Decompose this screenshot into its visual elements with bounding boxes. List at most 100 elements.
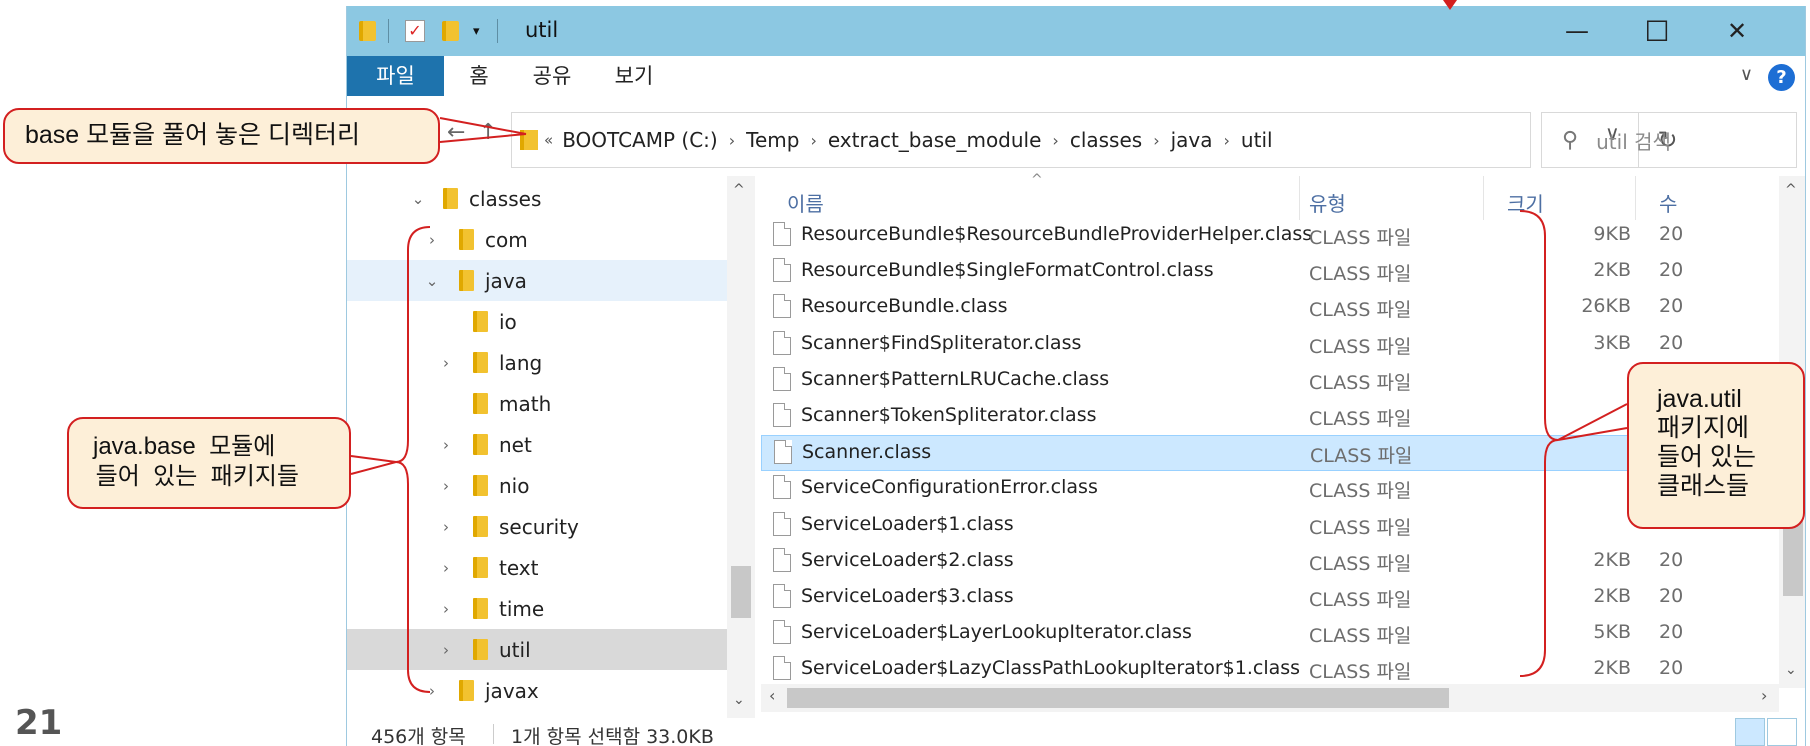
collapsed-chevron-icon[interactable]: › <box>437 354 455 372</box>
search-input[interactable]: util 검색 <box>1596 126 1671 155</box>
folder-icon <box>473 557 488 578</box>
collapsed-chevron-icon[interactable]: › <box>437 436 455 454</box>
breadcrumb-drive[interactable]: BOOTCAMP (C:) <box>562 128 718 152</box>
file-type: CLASS 파일 <box>1309 480 1412 503</box>
tree-item-security[interactable]: › security <box>347 506 727 547</box>
scrollbar-thumb[interactable] <box>731 566 751 618</box>
scrollbar-thumb[interactable] <box>787 688 1449 708</box>
file-row[interactable]: ServiceLoader$3.class CLASS 파일 2KB 20 <box>761 580 1787 616</box>
tree-item-text[interactable]: › text <box>347 547 727 588</box>
ribbon-expand-icon[interactable]: ∨ <box>1740 64 1753 85</box>
tab-share[interactable]: 공유 <box>527 56 577 96</box>
breadcrumb-classes[interactable]: classes <box>1070 128 1142 152</box>
breadcrumb-java[interactable]: java <box>1171 128 1213 152</box>
tree-item-math[interactable]: math <box>347 383 727 424</box>
expanded-chevron-icon[interactable]: ⌄ <box>423 272 441 290</box>
file-icon <box>773 584 791 608</box>
file-type: CLASS 파일 <box>1309 227 1412 249</box>
file-size: 2KB <box>1593 657 1631 680</box>
collapsed-chevron-icon[interactable]: › <box>423 231 441 249</box>
scroll-right-icon[interactable]: › <box>1761 686 1767 705</box>
tree-item-java[interactable]: ⌄ java <box>347 260 727 301</box>
collapsed-chevron-icon[interactable]: › <box>437 600 455 618</box>
file-size: 9KB <box>1593 223 1631 245</box>
breadcrumb-separator-icon[interactable]: › <box>1224 131 1230 150</box>
file-row[interactable]: ServiceLoader$2.class CLASS 파일 2KB 20 <box>761 544 1787 580</box>
tree-item-classes[interactable]: ⌄ classes <box>347 178 727 219</box>
file-row[interactable]: ServiceLoader$LayerLookupIterator.class C… <box>761 616 1787 652</box>
file-row[interactable]: ResourceBundle$SingleFormatControl.class… <box>761 254 1787 290</box>
folder-icon <box>473 393 488 414</box>
tab-view[interactable]: 보기 <box>609 56 659 96</box>
file-type: CLASS 파일 <box>1309 661 1412 684</box>
tree-item-label: math <box>499 391 552 416</box>
large-icons-view-icon[interactable] <box>1767 718 1797 746</box>
file-row[interactable]: ResourceBundle$ResourceBundleProviderHel… <box>761 218 1787 254</box>
breadcrumb-extract-base-module[interactable]: extract_base_module <box>828 128 1042 152</box>
scroll-left-icon[interactable]: ‹ <box>769 686 775 705</box>
search-box[interactable]: ⚲ util 검색 <box>1541 112 1797 168</box>
file-type: CLASS 파일 <box>1309 408 1412 430</box>
column-header-type[interactable]: 유형 <box>1309 188 1346 217</box>
properties-icon[interactable]: ✓ <box>405 20 425 42</box>
column-header-name[interactable]: 이름 <box>787 188 824 217</box>
breadcrumb-temp[interactable]: Temp <box>746 128 799 152</box>
tab-file[interactable]: 파일 <box>347 56 444 96</box>
customize-toolbar-icon[interactable]: ▾ <box>473 24 480 39</box>
new-folder-icon[interactable] <box>442 21 459 41</box>
toolbar-separator <box>388 19 389 43</box>
column-header-date[interactable]: 수 <box>1659 188 1677 217</box>
folder-icon <box>473 516 488 537</box>
help-icon[interactable]: ? <box>1768 64 1795 91</box>
column-divider[interactable] <box>1635 176 1636 220</box>
tree-item-lang[interactable]: › lang <box>347 342 727 383</box>
close-button[interactable]: ✕ <box>1697 6 1777 56</box>
tree-item-javax[interactable]: › javax <box>347 670 727 711</box>
navigation-pane-scrollbar[interactable]: ^ ⌄ <box>727 176 755 718</box>
status-bar: 456개 항목 1개 항목 선택함 33.0KB <box>347 718 1805 746</box>
file-row[interactable]: ServiceLoader$LazyClassPathLookupIterato… <box>761 652 1787 688</box>
scroll-down-icon[interactable]: ⌄ <box>733 692 745 708</box>
scroll-down-icon[interactable]: ⌄ <box>1785 662 1797 678</box>
collapsed-chevron-icon[interactable]: › <box>437 641 455 659</box>
file-name: Scanner.class <box>802 441 932 464</box>
breadcrumb-separator-icon[interactable]: › <box>1052 131 1058 150</box>
breadcrumb-separator-icon[interactable]: › <box>729 131 735 150</box>
file-row[interactable]: Scanner$FindSpliterator.class CLASS 파일 3KB… <box>761 327 1787 363</box>
column-divider[interactable] <box>1299 176 1300 220</box>
tree-item-nio[interactable]: › nio <box>347 465 727 506</box>
collapsed-chevron-icon[interactable]: › <box>423 682 441 700</box>
address-bar[interactable]: « BOOTCAMP (C:) › Temp › extract_base_mo… <box>511 112 1678 168</box>
tree-item-io[interactable]: io <box>347 301 727 342</box>
breadcrumb-separator-icon[interactable]: › <box>1153 131 1159 150</box>
tree-item-util[interactable]: › util <box>347 629 727 670</box>
details-view-icon[interactable] <box>1735 718 1765 746</box>
file-date: 20 <box>1659 657 1684 680</box>
file-row[interactable]: ResourceBundle.class CLASS 파일 26KB 20 <box>761 290 1787 326</box>
expanded-chevron-icon[interactable]: ⌄ <box>409 190 427 208</box>
collapsed-chevron-icon[interactable]: › <box>437 518 455 536</box>
column-divider[interactable] <box>1483 176 1484 220</box>
file-name: Scanner$FindSpliterator.class <box>801 331 1082 354</box>
quick-access-toolbar <box>359 6 376 56</box>
tree-item-com[interactable]: › com <box>347 219 727 260</box>
overflow-icon[interactable]: « <box>544 131 553 149</box>
up-icon[interactable]: ↑ <box>479 120 497 145</box>
tree-item-net[interactable]: › net <box>347 424 727 465</box>
breadcrumb-separator-icon[interactable]: › <box>810 131 816 150</box>
breadcrumb-util[interactable]: util <box>1241 128 1273 152</box>
maximize-button[interactable]: ☐ <box>1617 6 1697 56</box>
minimize-button[interactable]: — <box>1537 6 1617 56</box>
collapsed-chevron-icon[interactable]: › <box>437 559 455 577</box>
callout-text: java.base 모듈에 <box>93 433 276 460</box>
scroll-up-icon[interactable]: ^ <box>1785 182 1797 198</box>
tab-home[interactable]: 홈 <box>459 56 499 96</box>
file-name: ServiceLoader$LayerLookupIterator.class <box>801 621 1192 644</box>
column-header-size[interactable]: 크기 <box>1507 188 1544 217</box>
collapsed-chevron-icon[interactable]: › <box>437 477 455 495</box>
horizontal-scrollbar[interactable]: ‹ › <box>761 684 1779 712</box>
back-icon[interactable]: ← <box>447 120 465 145</box>
tree-item-time[interactable]: › time <box>347 588 727 629</box>
slide-number: 21 <box>15 703 63 743</box>
scroll-up-icon[interactable]: ^ <box>733 182 745 198</box>
